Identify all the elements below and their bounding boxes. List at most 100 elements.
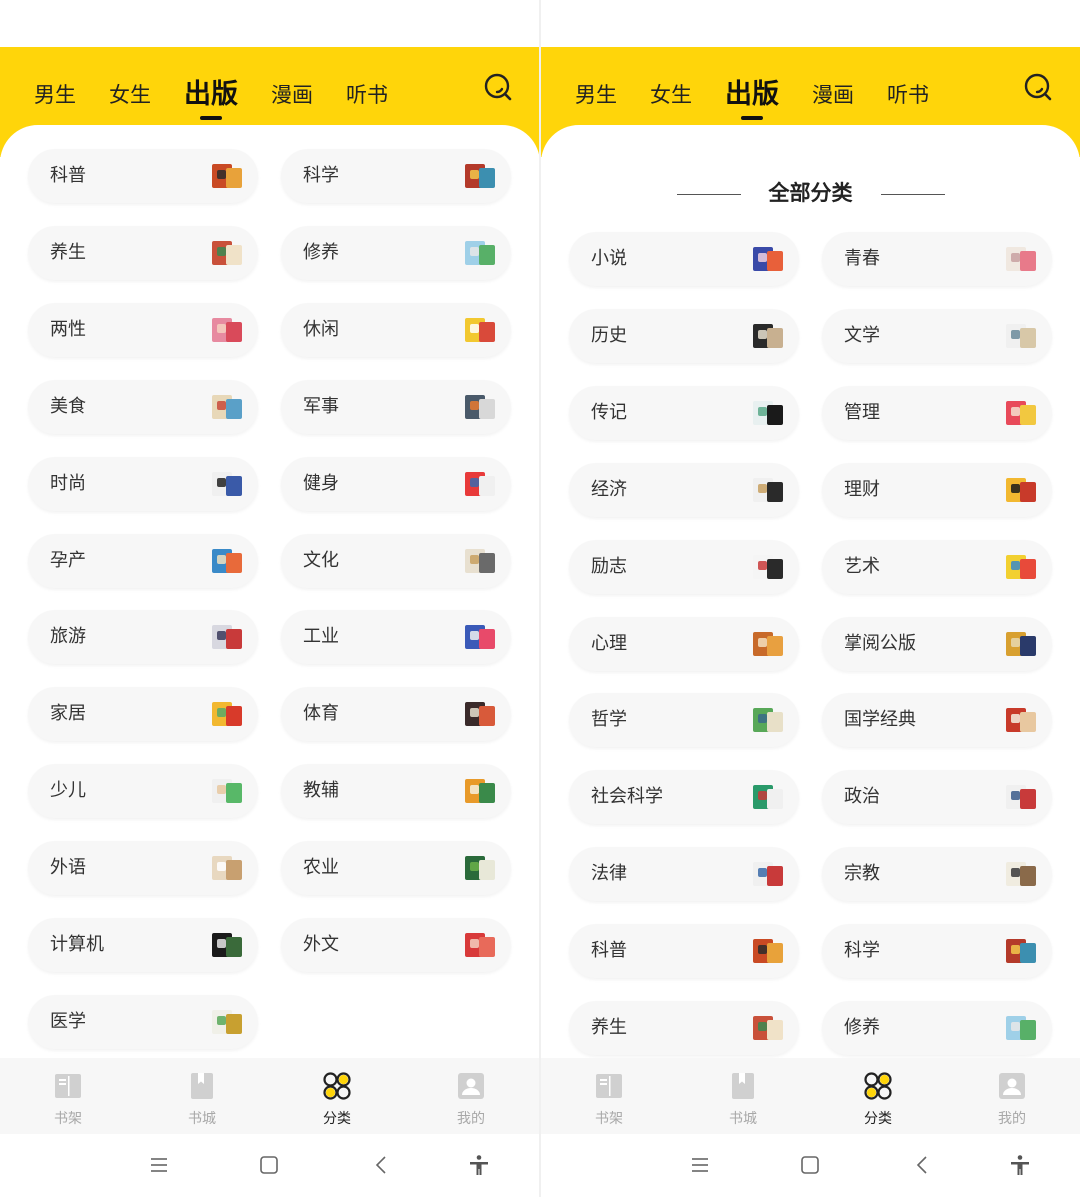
nav-item[interactable]: 分类 [287, 1058, 387, 1134]
category-item[interactable]: 美食 [28, 379, 258, 434]
tab-publishing[interactable]: 出版 [725, 80, 779, 120]
category-item[interactable]: 政治 [822, 770, 1052, 825]
category-label: 青春 [844, 248, 880, 269]
category-item[interactable]: 养生 [28, 225, 258, 280]
nav-item[interactable]: 我的 [962, 1058, 1062, 1134]
nav-item-label: 书城 [188, 1111, 216, 1127]
category-book-cover-icon [212, 547, 244, 575]
category-item[interactable]: 科学 [822, 924, 1052, 979]
category-item[interactable]: 少儿 [28, 764, 258, 819]
category-item[interactable]: 科普 [569, 924, 799, 979]
category-label: 文化 [303, 549, 339, 571]
tab-girls[interactable]: 女生 [650, 80, 692, 110]
category-label: 小说 [591, 248, 627, 269]
accessibility-icon[interactable] [1009, 1154, 1031, 1176]
category-item[interactable]: 哲学 [569, 693, 799, 748]
search-icon[interactable] [483, 72, 513, 102]
category-item[interactable]: 法律 [569, 847, 799, 902]
menu-icon[interactable] [148, 1154, 170, 1176]
category-item[interactable]: 外文 [281, 918, 511, 972]
category-item[interactable]: 工业 [281, 610, 511, 665]
category-item[interactable]: 旅游 [28, 610, 258, 665]
category-label: 少儿 [50, 780, 86, 802]
category-label: 养生 [50, 241, 86, 263]
tab-boys[interactable]: 男生 [575, 80, 617, 110]
category-item[interactable]: 经济 [569, 462, 799, 517]
home-icon[interactable] [258, 1154, 280, 1176]
category-label: 军事 [303, 395, 339, 417]
nav-item-label: 我的 [457, 1111, 485, 1127]
nav-item[interactable]: 书城 [152, 1058, 252, 1134]
tab-comics[interactable]: 漫画 [812, 80, 854, 110]
category-book-cover-icon [753, 783, 785, 811]
category-item[interactable]: 休闲 [281, 302, 511, 357]
category-item[interactable]: 医学 [28, 994, 258, 1049]
left-screen: 男生 女生 出版 漫画 听书 科普 科学养生 修养 两性 休闲 美食 军事时尚 健身 孕产 文化旅… [0, 0, 540, 1197]
category-book-cover-icon [465, 623, 497, 651]
category-item[interactable]: 时尚 [28, 456, 258, 511]
category-item[interactable]: 体育 [281, 687, 511, 742]
tab-audiobooks[interactable]: 听书 [887, 80, 929, 110]
category-label: 法律 [591, 863, 627, 885]
right-screen: 男生 女生 出版 漫画 听书 全部分类 小说 青春 历史 文学 传记 管理 经济 理财 励志 艺术… [541, 0, 1080, 1197]
category-label: 社会科学 [591, 786, 663, 808]
category-item[interactable]: 教辅 [281, 764, 511, 819]
category-item[interactable]: 军事 [281, 379, 511, 434]
category-item[interactable]: 健身 [281, 456, 511, 511]
category-item[interactable]: 掌阅公版 [822, 616, 1052, 671]
category-label: 国学经典 [844, 709, 916, 731]
category-item[interactable]: 历史 [569, 308, 799, 363]
category-book-cover-icon [465, 854, 497, 882]
category-item[interactable]: 文化 [281, 533, 511, 588]
category-item[interactable]: 养生 [569, 1001, 799, 1055]
category-item[interactable]: 国学经典 [822, 693, 1052, 748]
category-item[interactable]: 艺术 [822, 539, 1052, 594]
category-label: 科学 [303, 165, 339, 186]
nav-item[interactable]: 分类 [828, 1058, 928, 1134]
category-label: 哲学 [591, 709, 627, 731]
nav-item[interactable]: 书架 [559, 1058, 659, 1134]
category-item[interactable]: 外语 [28, 841, 258, 896]
category-book-cover-icon [465, 162, 497, 190]
category-item[interactable]: 理财 [822, 462, 1052, 517]
category-item[interactable]: 孕产 [28, 533, 258, 588]
category-item[interactable]: 励志 [569, 539, 799, 594]
nav-item[interactable]: 书架 [18, 1058, 118, 1134]
nav-item[interactable]: 我的 [421, 1058, 521, 1134]
category-book-cover-icon [1006, 245, 1038, 273]
category-item[interactable]: 科普 [28, 149, 258, 203]
tab-audiobooks[interactable]: 听书 [346, 80, 388, 110]
category-item[interactable]: 农业 [281, 841, 511, 896]
back-icon[interactable] [912, 1154, 934, 1176]
nav-item[interactable]: 书城 [693, 1058, 793, 1134]
category-item[interactable]: 两性 [28, 302, 258, 357]
category-item[interactable]: 修养 [822, 1001, 1052, 1055]
category-book-cover-icon [465, 931, 497, 959]
category-item[interactable]: 计算机 [28, 918, 258, 972]
category-item[interactable]: 小说 [569, 232, 799, 286]
tab-comics[interactable]: 漫画 [271, 80, 313, 110]
category-label: 工业 [303, 626, 339, 648]
category-item[interactable]: 青春 [822, 232, 1052, 286]
accessibility-icon[interactable] [468, 1154, 490, 1176]
tab-boys[interactable]: 男生 [34, 80, 76, 110]
back-icon[interactable] [371, 1154, 393, 1176]
category-item[interactable]: 管理 [822, 385, 1052, 440]
category-item[interactable]: 社会科学 [569, 770, 799, 825]
category-item[interactable]: 宗教 [822, 847, 1052, 902]
home-icon[interactable] [799, 1154, 821, 1176]
tab-girls[interactable]: 女生 [109, 80, 151, 110]
category-item[interactable]: 修养 [281, 225, 511, 280]
category-item[interactable]: 心理 [569, 616, 799, 671]
search-icon[interactable] [1023, 72, 1053, 102]
category-item[interactable]: 科学 [281, 149, 511, 203]
category-icon [322, 1071, 352, 1101]
category-item[interactable]: 文学 [822, 308, 1052, 363]
tab-publishing[interactable]: 出版 [184, 80, 238, 120]
category-item[interactable]: 传记 [569, 385, 799, 440]
menu-icon[interactable] [689, 1154, 711, 1176]
channel-tabs: 男生 女生 出版 漫画 听书 [34, 64, 540, 120]
category-item[interactable]: 家居 [28, 687, 258, 742]
category-book-cover-icon [212, 470, 244, 498]
category-book-cover-icon [753, 706, 785, 734]
